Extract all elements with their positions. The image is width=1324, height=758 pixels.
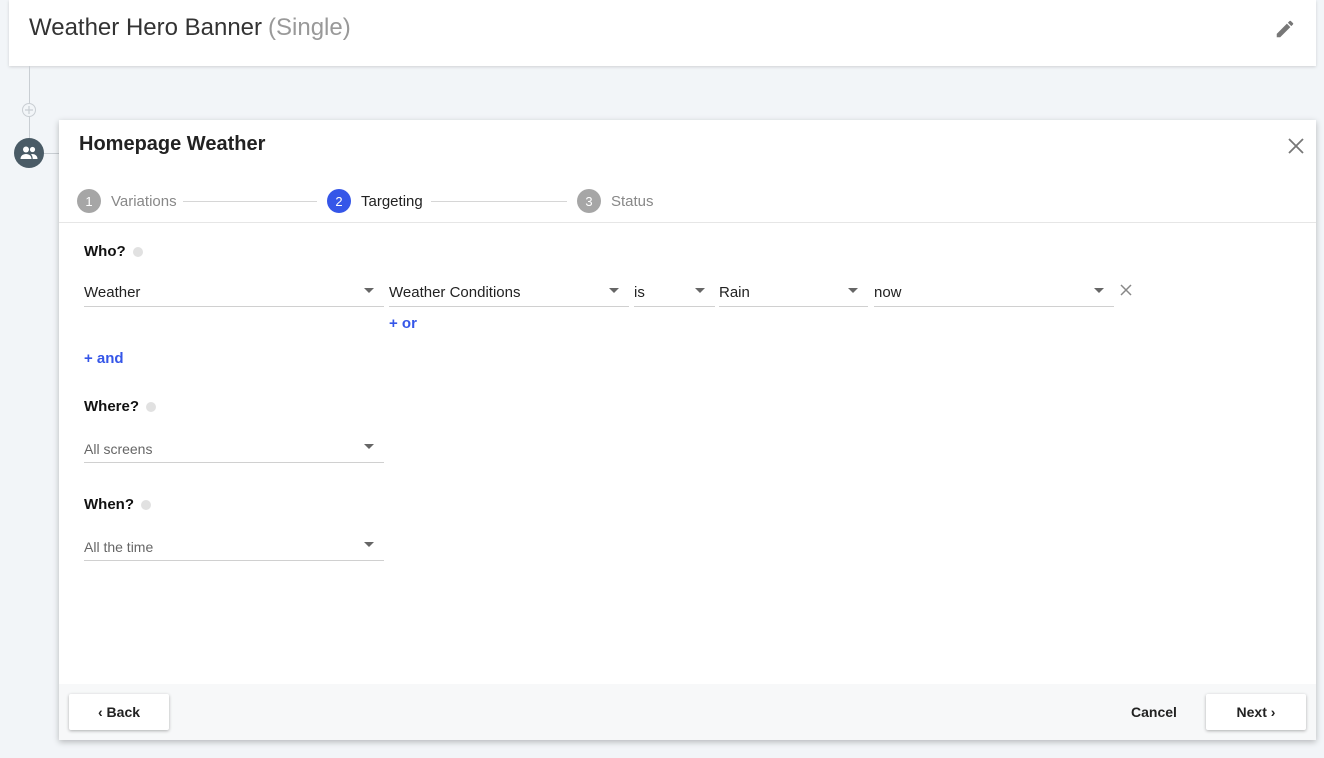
when-label: When? <box>84 496 134 513</box>
attribute-select[interactable]: Weather <box>84 280 384 307</box>
step-number: 3 <box>577 189 601 213</box>
step-targeting[interactable]: 2 Targeting <box>327 189 423 213</box>
header-divider <box>59 222 1316 223</box>
chevron-left-icon: ‹ <box>97 704 103 720</box>
add-and-condition-link[interactable]: + and <box>84 350 124 367</box>
where-section-label: Where? <box>84 398 157 415</box>
step-label: Targeting <box>361 192 423 210</box>
help-icon[interactable] <box>146 401 157 412</box>
value-select[interactable]: Rain <box>719 280 868 307</box>
back-button[interactable]: ‹ Back <box>69 694 169 730</box>
attribute-value: Weather <box>84 284 141 301</box>
when-value: All the time <box>84 539 154 555</box>
who-label: Who? <box>84 243 126 260</box>
targeting-panel: Homepage Weather 1 Variations 2 Targetin… <box>59 120 1316 740</box>
chevron-down-icon <box>364 444 374 449</box>
experience-title: Weather Hero Banner (Single) <box>29 14 351 42</box>
who-section-label: Who? <box>84 243 143 260</box>
remove-condition-icon[interactable] <box>1119 283 1133 297</box>
where-select[interactable]: All screens <box>84 436 384 463</box>
next-label: Next <box>1236 704 1267 720</box>
experience-type: (Single) <box>268 14 351 41</box>
timeframe-value: now <box>874 284 902 301</box>
where-label: Where? <box>84 398 140 415</box>
step-connector <box>183 201 317 202</box>
next-button[interactable]: Next › <box>1206 694 1306 730</box>
when-select[interactable]: All the time <box>84 534 384 561</box>
step-status[interactable]: 3 Status <box>577 189 654 213</box>
step-variations[interactable]: 1 Variations <box>77 189 177 213</box>
help-icon[interactable] <box>132 246 143 257</box>
close-icon[interactable] <box>1286 136 1306 156</box>
when-section-label: When? <box>84 496 151 513</box>
panel-title: Homepage Weather <box>79 133 266 155</box>
step-label: Variations <box>111 192 177 210</box>
property-select[interactable]: Weather Conditions <box>389 280 629 307</box>
add-step-icon[interactable] <box>22 103 36 117</box>
condition-value: Rain <box>719 284 750 301</box>
back-label: Back <box>106 704 141 720</box>
audience-group-icon <box>14 138 44 168</box>
chevron-down-icon <box>848 288 858 293</box>
where-value: All screens <box>84 441 153 457</box>
operator-value: is <box>634 284 645 301</box>
operator-select[interactable]: is <box>634 280 715 307</box>
timeframe-select[interactable]: now <box>874 280 1114 307</box>
step-connector <box>431 201 567 202</box>
help-icon[interactable] <box>141 499 151 510</box>
experience-name: Weather Hero Banner <box>29 14 263 41</box>
cancel-button[interactable]: Cancel <box>1119 694 1189 730</box>
property-value: Weather Conditions <box>389 284 521 301</box>
experience-header: Weather Hero Banner (Single) <box>9 0 1316 66</box>
step-number: 2 <box>327 189 351 213</box>
panel-footer: ‹ Back Cancel Next › <box>59 684 1316 740</box>
chevron-down-icon <box>364 288 374 293</box>
add-or-condition-link[interactable]: + or <box>389 315 417 332</box>
chevron-down-icon <box>364 542 374 547</box>
chevron-down-icon <box>609 288 619 293</box>
chevron-right-icon: › <box>1270 704 1276 720</box>
chevron-down-icon <box>1094 288 1104 293</box>
timeline-connector <box>44 153 59 154</box>
step-label: Status <box>611 192 654 210</box>
step-number: 1 <box>77 189 101 213</box>
pencil-icon[interactable] <box>1274 18 1296 40</box>
chevron-down-icon <box>695 288 705 293</box>
